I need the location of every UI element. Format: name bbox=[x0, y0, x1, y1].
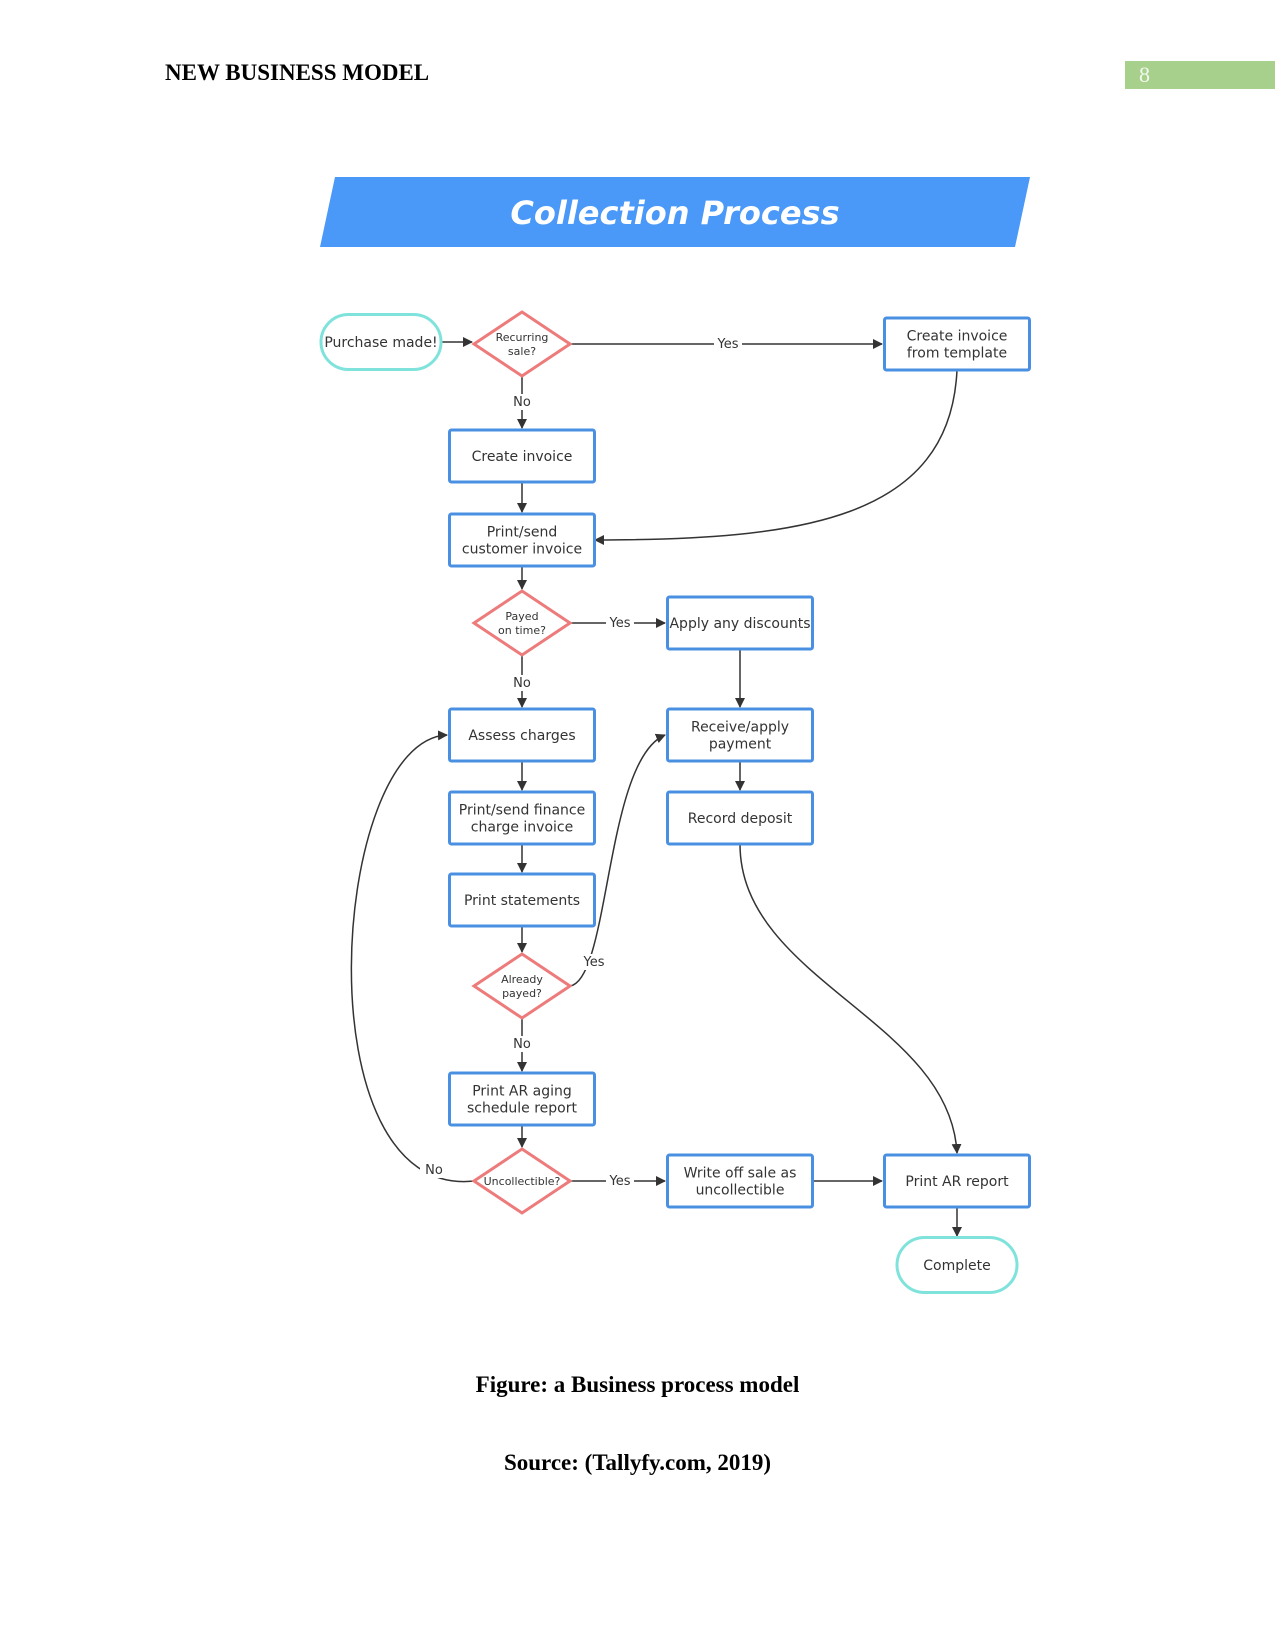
node-label: Print AR aging bbox=[472, 1083, 572, 1099]
edges bbox=[350, 337, 962, 1237]
node-template: Create invoicefrom template bbox=[883, 316, 1031, 372]
node-label: payed? bbox=[502, 987, 542, 1000]
node-create: Create invoice bbox=[448, 428, 596, 484]
node-discounts: Apply any discounts bbox=[666, 595, 814, 651]
edge-label: No bbox=[513, 1037, 531, 1052]
edge-label: Yes bbox=[609, 1174, 631, 1189]
diagram-title: Collection Process bbox=[510, 194, 839, 232]
node-uncollectible: Uncollectible? bbox=[471, 1147, 573, 1215]
node-label: Complete bbox=[923, 1258, 990, 1274]
edge-label: Yes bbox=[609, 616, 631, 631]
node-label: Print statements bbox=[464, 893, 580, 909]
node-recurring: Recurringsale? bbox=[471, 310, 573, 378]
node-label: Purchase made! bbox=[324, 335, 437, 351]
figure-caption: Figure: a Business process model bbox=[475, 1372, 800, 1397]
edge-already-to-receive bbox=[569, 733, 666, 987]
node-aging: Print AR agingschedule report bbox=[448, 1071, 596, 1127]
node-purchase: Purchase made! bbox=[319, 313, 443, 371]
node-label: Assess charges bbox=[468, 728, 575, 744]
node-receive: Receive/applypayment bbox=[666, 707, 814, 763]
node-deposit: Record deposit bbox=[666, 790, 814, 846]
node-label: Create invoice bbox=[472, 449, 573, 465]
node-writeoff: Write off sale asuncollectible bbox=[666, 1153, 814, 1209]
flowchart: Collection Process Purchase made! Recurri… bbox=[319, 177, 1031, 1294]
node-label: on time? bbox=[498, 624, 546, 637]
node-label: Write off sale as bbox=[684, 1165, 797, 1181]
node-label: sale? bbox=[508, 345, 536, 358]
node-label: from template bbox=[907, 345, 1007, 361]
node-label: uncollectible bbox=[696, 1182, 785, 1198]
edge-label: No bbox=[425, 1163, 443, 1178]
node-arreport: Print AR report bbox=[883, 1153, 1031, 1209]
node-label: Recurring bbox=[496, 331, 549, 344]
node-label: customer invoice bbox=[462, 541, 582, 557]
node-label: Record deposit bbox=[688, 811, 793, 827]
node-label: charge invoice bbox=[471, 819, 573, 835]
edge-label: Yes bbox=[717, 337, 739, 352]
node-label: schedule report bbox=[467, 1100, 577, 1116]
node-complete: Complete bbox=[895, 1236, 1019, 1294]
edge-label: No bbox=[513, 395, 531, 410]
nodes: Purchase made! Recurringsale? Create invoi… bbox=[319, 310, 1031, 1294]
node-statements: Print statements bbox=[448, 872, 596, 928]
node-label: Uncollectible? bbox=[484, 1175, 561, 1188]
source-caption: Source: (Tallyfy.com, 2019) bbox=[503, 1450, 772, 1475]
node-label: payment bbox=[709, 736, 772, 752]
edge-deposit-to-arreport bbox=[739, 843, 962, 1154]
edge-template-to-printsend bbox=[594, 369, 958, 545]
node-label: Print/send finance bbox=[459, 802, 586, 818]
node-label: Create invoice bbox=[907, 328, 1008, 344]
node-label: Print/send bbox=[487, 524, 558, 540]
node-label: Apply any discounts bbox=[669, 616, 810, 632]
node-finance: Print/send financecharge invoice bbox=[448, 790, 596, 846]
node-printsend: Print/sendcustomer invoice bbox=[448, 512, 596, 568]
node-label: Print AR report bbox=[905, 1174, 1009, 1190]
node-label: Receive/apply bbox=[691, 719, 789, 735]
node-ontime: Payedon time? bbox=[471, 589, 573, 657]
node-already: Alreadypayed? bbox=[471, 952, 573, 1020]
node-assess: Assess charges bbox=[448, 707, 596, 763]
edge-label: Yes bbox=[583, 955, 605, 970]
edge-label: No bbox=[513, 676, 531, 691]
title-banner: Collection Process bbox=[320, 177, 1030, 247]
node-label: Payed bbox=[505, 610, 538, 623]
node-label: Already bbox=[501, 973, 543, 986]
